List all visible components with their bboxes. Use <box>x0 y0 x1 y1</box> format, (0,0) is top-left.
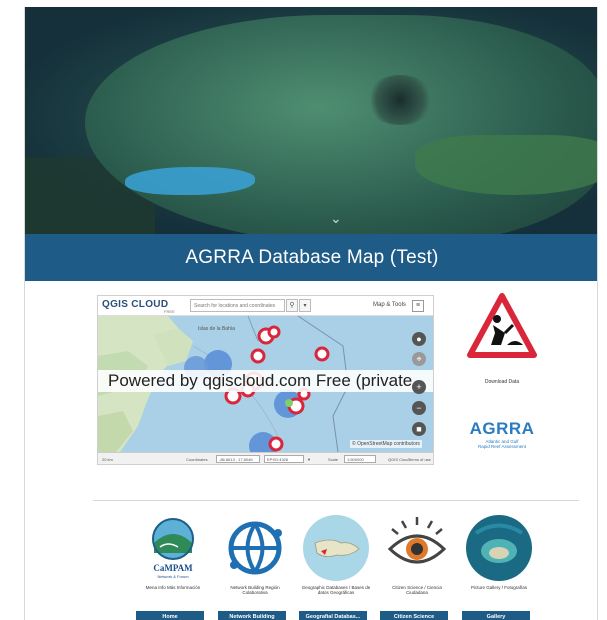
page: ⌄ AGRRA Database Map (Test) QGIS CLOUD F… <box>0 0 607 620</box>
tile-caption: Mena Info Más Información <box>145 585 201 590</box>
layers-icon[interactable]: ■ <box>412 422 426 436</box>
page-title: AGRRA Database Map (Test) <box>185 246 439 268</box>
tile-geographic-databases[interactable]: Geographic Databases / Bases de datos Ge… <box>299 513 371 620</box>
qgis-map-embed[interactable]: QGIS CLOUD FREE Search for locations and… <box>97 295 434 465</box>
map-tools-button[interactable]: Map & Tools <box>373 302 406 308</box>
qgis-cloud-logo: QGIS CLOUD <box>102 299 169 310</box>
hero-image-grouper: ⌄ <box>25 7 597 234</box>
tile-network-building[interactable]: Network Building Región Colaborativa Net… <box>218 513 290 620</box>
geographic-databases-button[interactable]: Geografial Databas... <box>299 611 367 620</box>
campam-logo-icon: CaMPAM Network & Forum <box>138 513 208 583</box>
search-options-icon[interactable]: ▾ <box>299 299 311 312</box>
divider <box>93 500 579 501</box>
tile-gallery[interactable]: Picture Gallery / Fotografías Gallery <box>462 513 534 620</box>
svg-text:Islas de la Bahía: Islas de la Bahía <box>198 326 235 332</box>
scale-bar: 20 km <box>102 457 113 462</box>
content-frame: ⌄ AGRRA Database Map (Test) QGIS CLOUD F… <box>24 7 598 620</box>
map-statusbar: 20 km Coordinates -86.8613 , 17.8046 EPS… <box>98 452 433 464</box>
zoom-out-icon[interactable]: − <box>412 401 426 415</box>
agrra-logo[interactable]: AGRRA Atlantic and Gulf Rapid Reef Asses… <box>467 419 537 449</box>
gallery-button[interactable]: Gallery <box>462 611 530 620</box>
citizen-science-button[interactable]: Citizen Science <box>380 611 448 620</box>
search-icon[interactable]: ⚲ <box>286 299 298 312</box>
download-data-link[interactable]: Download Data <box>465 379 539 385</box>
blue-fish-image <box>125 167 255 195</box>
map-attribution[interactable]: © OpenStreetMap contributors <box>350 440 422 448</box>
title-bar: AGRRA Database Map (Test) <box>25 234 597 281</box>
grouper-fish-image <box>85 15 597 234</box>
tile-caption: Picture Gallery / Fotografías <box>470 585 528 590</box>
scale-select[interactable]: 1:500000 <box>344 455 376 463</box>
home-zoom-icon[interactable]: ● <box>412 332 426 346</box>
tile-citizen-science[interactable]: Citizen Science / Ciencia Ciudadana Citi… <box>380 513 452 620</box>
zoom-in-icon[interactable]: + <box>412 380 426 394</box>
map-toolbar: QGIS CLOUD FREE Search for locations and… <box>98 296 433 316</box>
chevron-down-icon[interactable]: ▼ <box>307 457 311 462</box>
menu-icon[interactable]: ≡ <box>412 300 424 312</box>
tile-caption: Citizen Science / Ciencia Ciudadana <box>392 585 442 595</box>
under-construction-icon[interactable] <box>467 293 537 359</box>
tile-caption: Geographic Databases / Bases de datos Ge… <box>301 585 371 595</box>
powered-by-banner: Powered by qgiscloud.com Free (private <box>98 370 433 392</box>
aerial-reef-icon <box>464 513 534 583</box>
map-search-input[interactable]: Search for locations and coordinates <box>190 299 285 312</box>
tile-caption: Network Building Región Colaborativa <box>230 585 280 595</box>
home-button[interactable]: Home <box>136 611 204 620</box>
locate-icon[interactable]: ⌖ <box>412 352 426 366</box>
tile-home[interactable]: CaMPAM Network & Forum Mena Info Más Inf… <box>136 513 208 620</box>
network-globe-icon <box>220 513 290 583</box>
chevron-down-icon[interactable]: ⌄ <box>330 210 342 227</box>
eye-icon <box>382 513 452 583</box>
network-building-button[interactable]: Network Building <box>218 611 286 620</box>
crs-select[interactable]: EPSG:4326 <box>264 455 304 463</box>
island-map-icon <box>301 513 371 583</box>
